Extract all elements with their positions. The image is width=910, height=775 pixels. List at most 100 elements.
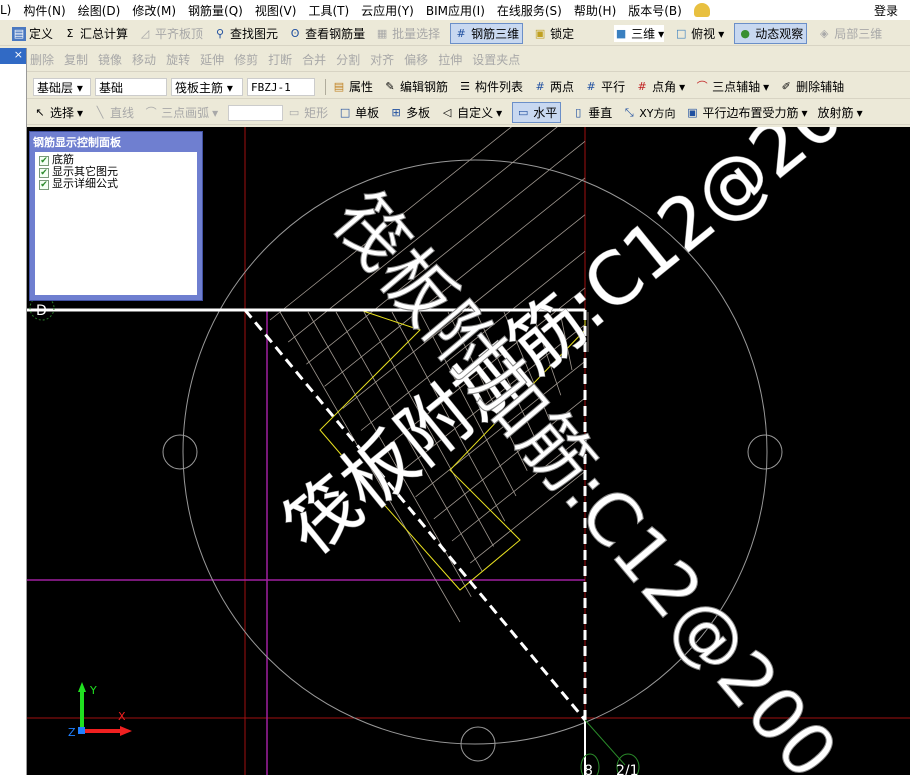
menu-item[interactable]: 帮助(H): [574, 2, 616, 19]
lock-icon: ▣: [534, 26, 546, 40]
move-button[interactable]: 移动: [132, 51, 156, 68]
trim-button[interactable]: 修剪: [234, 51, 258, 68]
three-point-axis-dropdown[interactable]: ⌒ 三点辅轴 ▾: [695, 78, 770, 95]
y-axis-label: Y: [89, 684, 97, 697]
lock-button[interactable]: ▣ 锁定: [533, 25, 574, 42]
login-link[interactable]: 登录: [874, 2, 898, 19]
line-icon: ╲: [96, 105, 104, 119]
rotate-button[interactable]: 旋转: [166, 51, 190, 68]
split-button[interactable]: 分割: [336, 51, 360, 68]
custom-icon: ◁: [442, 105, 452, 119]
parallel-icon: #: [586, 79, 596, 93]
menu-item[interactable]: 版本号(B): [628, 2, 682, 19]
copy-button[interactable]: 复制: [64, 51, 88, 68]
panel-title: 钢筋显示控制面板: [33, 136, 121, 149]
edit-rebar-button[interactable]: ✎ 编辑钢筋: [383, 78, 448, 95]
local-3d-button[interactable]: ◈ 局部三维: [817, 25, 882, 42]
sigma-icon: Σ: [66, 26, 74, 40]
check-icon[interactable]: ✔: [39, 156, 49, 166]
merge-button[interactable]: 合并: [302, 51, 326, 68]
menu-item[interactable]: 在线服务(S): [497, 2, 562, 19]
horizontal-button[interactable]: ▭ 水平: [512, 102, 562, 123]
layer-select[interactable]: 基础层 ▾: [33, 77, 91, 96]
orbit-icon: ●: [740, 26, 751, 40]
view-rebar-button[interactable]: ʘ 查看钢筋量: [288, 25, 365, 42]
extend-button[interactable]: 延伸: [200, 51, 224, 68]
two-point-icon: #: [535, 79, 545, 93]
menu-item[interactable]: 视图(V): [255, 2, 297, 19]
menu-item[interactable]: BIM应用(I): [426, 2, 485, 19]
xy-icon: ⤡: [624, 105, 634, 119]
component-list-button[interactable]: ☰ 构件列表: [458, 78, 523, 95]
main-toolbar: ▤ 定义 Σ 汇总计算 ◿ 平齐板顶 ⚲ 查找图元 ʘ 查看钢筋量 ▦ 批量选择 # 钢筋三维…: [0, 22, 910, 46]
eraser-icon: ✐: [781, 79, 791, 93]
dynamic-observe-button[interactable]: ● 动态观察: [734, 23, 808, 44]
helmet-icon: [693, 3, 710, 17]
pile-circle: [747, 434, 783, 470]
multi-slab-button[interactable]: ⊞ 多板: [389, 104, 431, 121]
check-icon[interactable]: ✔: [39, 168, 49, 178]
xy-direction-button[interactable]: ⤡ XY方向: [622, 105, 676, 121]
single-slab-button[interactable]: □ 单板: [338, 104, 379, 121]
menu-item[interactable]: 钢筋量(Q): [188, 2, 243, 19]
top-view-dropdown[interactable]: □ 俯视 ▾: [674, 25, 724, 42]
sum-button[interactable]: Σ 汇总计算: [63, 25, 129, 42]
batch-select-button[interactable]: ▦ 批量选择: [375, 25, 440, 42]
z-axis-label: Z: [68, 726, 76, 739]
arc-dropdown[interactable]: ⌒ 三点画弧 ▾: [144, 104, 219, 121]
parallel-edge-dropdown[interactable]: ▣ 平行边布置受力筋 ▾: [686, 104, 807, 121]
set-grip-button[interactable]: 设置夹点: [472, 51, 520, 68]
edit-toolbar: 删除 复制 镜像 移动 旋转 延伸 修剪 打断 合并 分割 对齐 偏移 拉伸 设…: [0, 48, 910, 72]
custom-dropdown[interactable]: ◁ 自定义 ▾: [440, 104, 502, 121]
menu-item[interactable]: 绘图(D): [78, 2, 121, 19]
cube-outline-icon: □: [675, 26, 687, 40]
arc-option-select[interactable]: [228, 104, 284, 121]
grid-icon: #: [456, 26, 466, 40]
menu-item[interactable]: 修改(M): [132, 2, 176, 19]
check-icon[interactable]: ✔: [39, 180, 49, 190]
rect-button[interactable]: ▭ 矩形: [287, 104, 328, 121]
vertical-icon: ▯: [575, 105, 582, 119]
point-angle-icon: #: [637, 79, 647, 93]
rebar-3d-button[interactable]: # 钢筋三维: [450, 23, 524, 44]
define-button[interactable]: ▤ 定义: [12, 25, 53, 42]
point-angle-dropdown[interactable]: # 点角 ▾: [635, 78, 685, 95]
view3d-dropdown[interactable]: ■ 三维 ▾: [614, 25, 665, 42]
delete-button[interactable]: 删除: [30, 51, 54, 68]
batch-icon: ▦: [376, 26, 388, 40]
two-point-button[interactable]: # 两点: [533, 78, 574, 95]
x-axis-label: X: [118, 710, 126, 723]
panel-list: ✔ 底筋 ✔ 显示其它图元 ✔ 显示详细公式: [35, 152, 197, 295]
rebar-display-panel: 钢筋显示控制面板 ✔ 底筋 ✔ 显示其它图元 ✔ 显示详细公式: [29, 131, 203, 301]
menu-item[interactable]: L): [0, 3, 11, 17]
break-button[interactable]: 打断: [268, 51, 292, 68]
properties-button[interactable]: ▤ 属性: [332, 78, 373, 95]
axis-label-2-1: 2/1: [616, 763, 639, 775]
horizontal-icon: ▭: [518, 105, 529, 119]
select-dropdown[interactable]: ↖ 选择 ▾: [33, 104, 83, 121]
vertical-button[interactable]: ▯ 垂直: [571, 104, 612, 121]
three-point-axis-icon: ⌒: [696, 79, 708, 93]
properties-icon: ▤: [333, 79, 345, 93]
offset-button[interactable]: 偏移: [404, 51, 428, 68]
category-select[interactable]: 基础: [95, 77, 167, 96]
parallel-button[interactable]: # 平行: [584, 78, 625, 95]
radial-dropdown[interactable]: 放射筋 ▾: [818, 104, 863, 121]
mirror-button[interactable]: 镜像: [98, 51, 122, 68]
close-icon[interactable]: ×: [0, 48, 26, 64]
stretch-button[interactable]: 拉伸: [438, 51, 462, 68]
rect-icon: ▭: [288, 105, 300, 119]
checkbox-show-formula[interactable]: ✔ 显示详细公式: [39, 178, 193, 190]
type-select[interactable]: 筏板主筋 ▾: [171, 77, 243, 96]
menu-item[interactable]: 云应用(Y): [361, 2, 414, 19]
find-button[interactable]: ⚲ 查找图元: [213, 25, 278, 42]
align-button[interactable]: 对齐: [370, 51, 394, 68]
name-select[interactable]: FBZJ-1: [247, 77, 315, 96]
align-top-button[interactable]: ◿ 平齐板顶: [138, 25, 203, 42]
menu-item[interactable]: 构件(N): [23, 2, 65, 19]
delete-axis-button[interactable]: ✐ 删除辅轴: [779, 78, 845, 95]
ucs-icon: Y X Z: [68, 682, 132, 739]
line-button[interactable]: ╲ 直线: [93, 104, 134, 121]
binoculars-icon: ⚲: [216, 26, 225, 40]
menu-item[interactable]: 工具(T): [308, 2, 349, 19]
